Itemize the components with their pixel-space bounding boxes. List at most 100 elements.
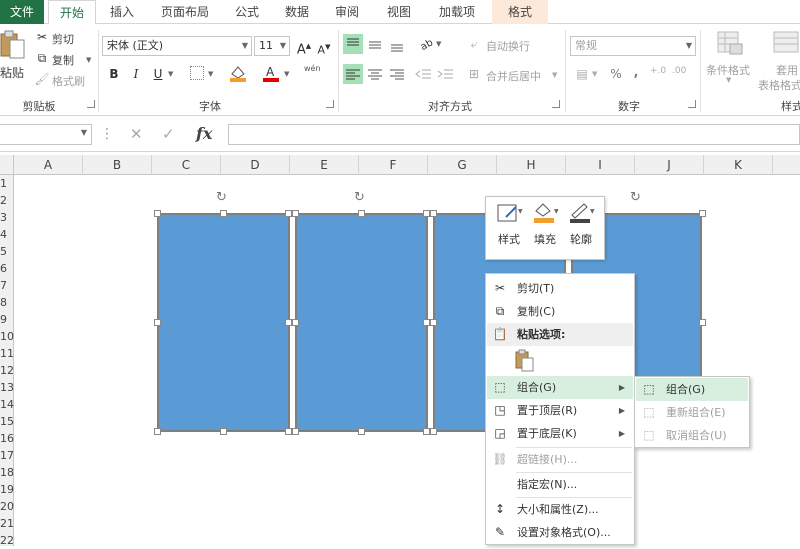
resize-handle[interactable] <box>430 428 437 435</box>
resize-handle[interactable] <box>154 319 161 326</box>
number-launcher-icon[interactable] <box>688 100 696 108</box>
chevron-down-icon[interactable]: ▼ <box>208 70 213 78</box>
column-header[interactable]: K <box>704 155 773 175</box>
row-header[interactable]: 7 <box>0 277 14 294</box>
currency-icon[interactable]: ▤ <box>574 66 590 82</box>
font-size-select[interactable]: 11 ▼ <box>254 36 290 56</box>
resize-handle[interactable] <box>292 319 299 326</box>
phonetic-icon[interactable]: wén <box>304 64 321 73</box>
row-header[interactable]: 15 <box>0 413 14 430</box>
rectangle-shape[interactable] <box>295 213 428 432</box>
fill-color-icon[interactable] <box>228 64 248 82</box>
align-bottom-button[interactable] <box>387 34 407 54</box>
cancel-icon[interactable]: ✕ <box>130 125 143 143</box>
row-header[interactable]: 10 <box>0 328 14 345</box>
menu-item-assign-macro[interactable]: 指定宏(N)... <box>487 473 633 496</box>
row-header[interactable]: 3 <box>0 209 14 226</box>
border-icon[interactable] <box>190 66 204 80</box>
rotate-handle-icon[interactable]: ↻ <box>354 190 365 205</box>
column-header[interactable]: I <box>566 155 635 175</box>
align-left-button[interactable] <box>343 64 363 84</box>
enter-icon[interactable]: ✓ <box>162 125 175 143</box>
merge-center-button[interactable]: 合并后居中 <box>486 68 541 84</box>
submenu-item-group[interactable]: ⬚ 组合(G) <box>636 378 748 401</box>
font-color-icon[interactable]: A <box>262 64 280 82</box>
paste-icon[interactable] <box>0 30 26 60</box>
format-table-line2[interactable]: 表格格式 <box>758 77 800 93</box>
resize-handle[interactable] <box>423 210 430 217</box>
row-header[interactable]: 21 <box>0 515 14 532</box>
resize-handle[interactable] <box>220 210 227 217</box>
resize-handle[interactable] <box>154 428 161 435</box>
resize-handle[interactable] <box>292 210 299 217</box>
cut-button[interactable]: 剪切 <box>52 31 74 47</box>
column-header[interactable]: J <box>635 155 704 175</box>
chevron-down-icon[interactable]: ▼ <box>284 70 289 78</box>
increase-decimal-icon[interactable]: +.0 <box>650 66 666 76</box>
align-center-button[interactable] <box>365 64 385 84</box>
row-header[interactable]: 22 <box>0 532 14 549</box>
resize-handle[interactable] <box>699 210 706 217</box>
shrink-font-button[interactable]: A▼ <box>316 39 332 57</box>
percent-button[interactable]: % <box>608 66 624 82</box>
resize-handle[interactable] <box>430 210 437 217</box>
submenu-item-regroup[interactable]: ⬚ 重新组合(E) <box>636 401 748 424</box>
resize-handle[interactable] <box>285 428 292 435</box>
align-right-button[interactable] <box>387 64 407 84</box>
italic-button[interactable]: I <box>128 66 144 82</box>
row-header[interactable]: 17 <box>0 447 14 464</box>
resize-handle[interactable] <box>154 210 161 217</box>
column-header[interactable]: B <box>83 155 152 175</box>
resize-handle[interactable] <box>285 319 292 326</box>
column-header[interactable]: E <box>290 155 359 175</box>
copy-button[interactable]: 复制 <box>52 52 74 68</box>
tab-format[interactable]: 格式 <box>492 0 548 24</box>
row-header[interactable]: 4 <box>0 226 14 243</box>
resize-handle[interactable] <box>358 428 365 435</box>
row-header[interactable]: 11 <box>0 345 14 362</box>
number-format-select[interactable]: 常规 ▼ <box>570 36 696 56</box>
tab-home[interactable]: 开始 <box>48 0 96 25</box>
paste-option-button[interactable] <box>514 349 536 373</box>
menu-item-hyperlink[interactable]: ⛓ 超链接(H)... <box>487 448 633 471</box>
row-header[interactable]: 18 <box>0 464 14 481</box>
chevron-down-icon[interactable]: ▼ <box>168 70 173 78</box>
font-launcher-icon[interactable] <box>326 100 334 108</box>
row-header[interactable]: 5 <box>0 243 14 260</box>
increase-indent-icon[interactable] <box>436 64 456 84</box>
resize-handle[interactable] <box>292 428 299 435</box>
shape-style-button[interactable]: ▼ 样式 <box>492 201 526 255</box>
shape-fill-button[interactable]: ▼ 填充 <box>528 201 562 255</box>
decrease-indent-icon[interactable] <box>414 64 434 84</box>
rectangle-shape[interactable] <box>157 213 290 432</box>
column-header[interactable]: A <box>14 155 83 175</box>
column-header[interactable]: C <box>152 155 221 175</box>
menu-item-format-object[interactable]: ✎ 设置对象格式(O)... <box>487 521 633 544</box>
resize-handle[interactable] <box>423 428 430 435</box>
menu-item-size-properties[interactable]: ↕ 大小和属性(Z)... <box>487 498 633 521</box>
column-header[interactable]: D <box>221 155 290 175</box>
underline-button[interactable]: U <box>150 66 166 82</box>
tab-review[interactable]: 审阅 <box>326 0 368 24</box>
resize-handle[interactable] <box>220 428 227 435</box>
tab-view[interactable]: 视图 <box>376 0 422 24</box>
menu-item-bring-to-front[interactable]: ◳ 置于顶层(R) ▶ <box>487 399 633 422</box>
align-top-button[interactable] <box>343 34 363 54</box>
rotate-handle-icon[interactable]: ↻ <box>216 190 227 205</box>
align-middle-button[interactable] <box>365 34 385 54</box>
chevron-down-icon[interactable]: ▼ <box>86 56 91 64</box>
row-header[interactable]: 9 <box>0 311 14 328</box>
alignment-launcher-icon[interactable] <box>552 100 560 108</box>
format-table-line1[interactable]: 套用 <box>776 62 798 78</box>
chevron-down-icon[interactable]: ▼ <box>552 71 557 79</box>
orientation-icon[interactable]: ab ▼ <box>418 34 444 54</box>
row-header[interactable]: 12 <box>0 362 14 379</box>
tab-addins[interactable]: 加载项 <box>428 0 486 24</box>
grow-font-button[interactable]: A▲ <box>296 38 312 57</box>
column-header[interactable]: F <box>359 155 428 175</box>
font-name-select[interactable]: 宋体 (正文) ▼ <box>102 36 252 56</box>
tab-data[interactable]: 数据 <box>276 0 318 24</box>
row-header[interactable]: 14 <box>0 396 14 413</box>
formula-input[interactable] <box>228 124 800 145</box>
submenu-item-ungroup[interactable]: ⬚ 取消组合(U) <box>636 424 748 447</box>
